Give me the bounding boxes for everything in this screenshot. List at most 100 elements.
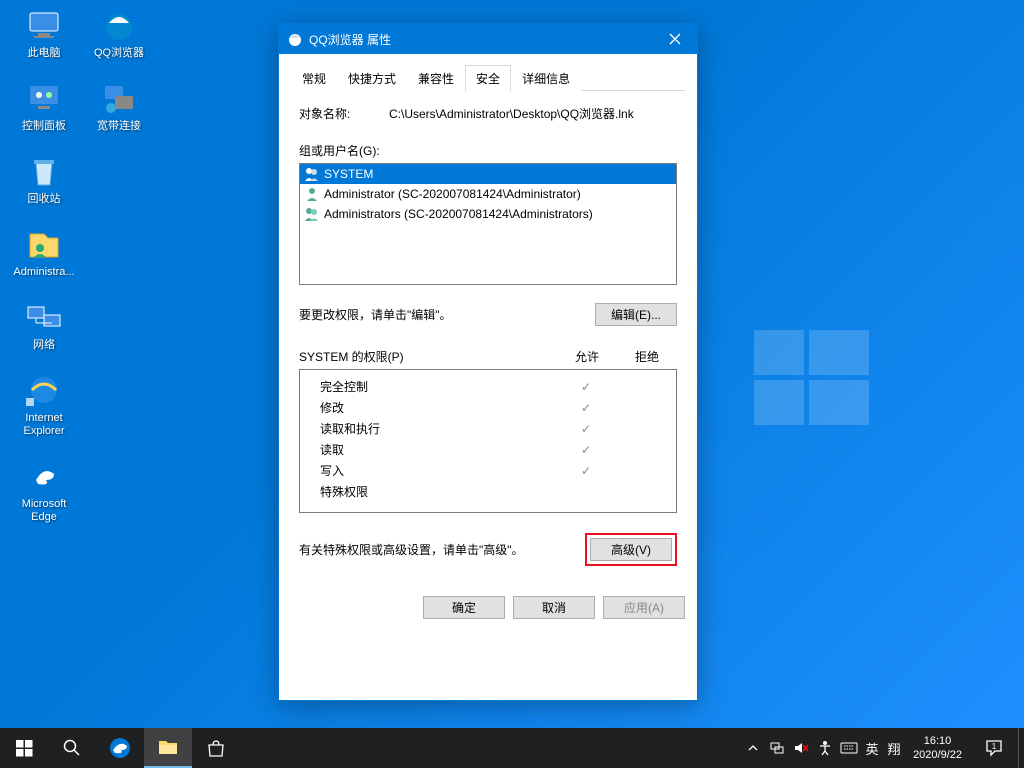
desktop-icons-col1: 此电脑 控制面板 回收站 Administra... 网络 Internet E… <box>10 5 78 524</box>
store-icon <box>206 738 226 758</box>
windows-icon <box>16 740 33 757</box>
icon-label: Administra... <box>13 266 74 279</box>
apply-button[interactable]: 应用(A) <box>603 596 685 619</box>
object-name-value: C:\Users\Administrator\Desktop\QQ浏览器.lnk <box>389 105 677 122</box>
windows-logo-rays <box>714 280 914 480</box>
icon-edge[interactable]: Microsoft Edge <box>10 456 78 524</box>
icon-label: Microsoft Edge <box>22 498 67 524</box>
check-icon: ✓ <box>556 443 616 457</box>
tab-security[interactable]: 安全 <box>465 65 511 92</box>
check-icon: ✓ <box>556 380 616 394</box>
icon-label: 网络 <box>33 339 55 352</box>
advanced-hint: 有关特殊权限或高级设置，请单击"高级"。 <box>299 541 524 558</box>
desktop-icons-col2: QQ浏览器 宽带连接 <box>85 5 153 133</box>
perm-row: 完全控制✓ <box>300 376 676 397</box>
perm-row: 读取✓ <box>300 439 676 460</box>
time: 16:10 <box>913 734 962 748</box>
icon-label: 控制面板 <box>22 120 66 133</box>
app-icon <box>287 31 303 47</box>
perm-row: 读取和执行✓ <box>300 418 676 439</box>
allow-header: 允许 <box>557 348 617 365</box>
advanced-highlight: 高级(V) <box>585 533 677 566</box>
user-item-administrator[interactable]: Administrator (SC-202007081424\Administr… <box>300 184 676 204</box>
icon-this-pc[interactable]: 此电脑 <box>10 5 78 60</box>
window-title: QQ浏览器 属性 <box>309 31 391 48</box>
notification-icon: 1 <box>984 738 1004 758</box>
tab-general[interactable]: 常规 <box>291 65 337 92</box>
tab-details[interactable]: 详细信息 <box>511 65 581 92</box>
icon-administrator[interactable]: Administra... <box>10 224 78 279</box>
cancel-button[interactable]: 取消 <box>513 596 595 619</box>
perm-header-label: SYSTEM 的权限(P) <box>299 348 557 365</box>
icon-network[interactable]: 网络 <box>10 297 78 352</box>
user-item-system[interactable]: SYSTEM <box>300 164 676 184</box>
taskbar-store[interactable] <box>192 728 240 768</box>
dialog-footer: 确定 取消 应用(A) <box>279 586 697 633</box>
icon-label: 此电脑 <box>28 47 61 60</box>
keyboard-icon <box>840 741 858 755</box>
icon-broadband[interactable]: 宽带连接 <box>85 78 153 133</box>
clock[interactable]: 16:10 2020/9/22 <box>905 734 970 762</box>
tabs: 常规 快捷方式 兼容性 安全 详细信息 <box>291 64 685 91</box>
icon-qq-browser[interactable]: QQ浏览器 <box>85 5 153 60</box>
titlebar[interactable]: QQ浏览器 属性 <box>279 24 697 54</box>
properties-dialog: QQ浏览器 属性 常规 快捷方式 兼容性 安全 详细信息 对象名称: C:\Us… <box>278 23 698 701</box>
desktop: 此电脑 控制面板 回收站 Administra... 网络 Internet E… <box>0 0 1024 768</box>
accessibility-icon <box>817 740 833 756</box>
icon-recycle-bin[interactable]: 回收站 <box>10 151 78 206</box>
search-button[interactable] <box>48 728 96 768</box>
advanced-button[interactable]: 高级(V) <box>590 538 672 561</box>
dialog-body: 常规 快捷方式 兼容性 安全 详细信息 对象名称: C:\Users\Admin… <box>279 54 697 586</box>
tray-network[interactable] <box>765 728 789 768</box>
icon-control-panel[interactable]: 控制面板 <box>10 78 78 133</box>
tray-eoa[interactable] <box>813 728 837 768</box>
icon-label: Internet Explorer <box>24 412 65 438</box>
perm-row: 写入✓ <box>300 460 676 481</box>
check-icon: ✓ <box>556 464 616 478</box>
tray-keyboard[interactable] <box>837 728 861 768</box>
taskbar-edge[interactable] <box>96 728 144 768</box>
action-center[interactable]: 1 <box>970 728 1018 768</box>
group-icon <box>304 206 320 222</box>
permissions-listbox: 完全控制✓ 修改✓ 读取和执行✓ 读取✓ 写入✓ 特殊权限 <box>299 369 677 513</box>
network-icon <box>769 740 785 756</box>
check-icon: ✓ <box>556 422 616 436</box>
date: 2020/9/22 <box>913 748 962 762</box>
users-listbox[interactable]: SYSTEM Administrator (SC-202007081424\Ad… <box>299 163 677 285</box>
close-button[interactable] <box>652 24 697 54</box>
folder-icon <box>157 736 179 758</box>
user-item-administrators[interactable]: Administrators (SC-202007081424\Administ… <box>300 204 676 224</box>
system-tray: 英 翔 16:10 2020/9/22 1 <box>741 728 1024 768</box>
icon-label: QQ浏览器 <box>94 47 144 60</box>
perm-row: 修改✓ <box>300 397 676 418</box>
edit-hint: 要更改权限，请单击"编辑"。 <box>299 306 452 323</box>
tray-expand[interactable] <box>741 728 765 768</box>
volume-mute-icon <box>793 740 809 756</box>
user-name: SYSTEM <box>324 167 373 181</box>
close-icon <box>669 33 681 45</box>
show-desktop[interactable] <box>1018 728 1024 768</box>
search-icon <box>63 739 81 757</box>
edit-button[interactable]: 编辑(E)... <box>595 303 677 326</box>
svg-text:1: 1 <box>992 742 997 751</box>
ok-button[interactable]: 确定 <box>423 596 505 619</box>
tab-compat[interactable]: 兼容性 <box>407 65 465 92</box>
start-button[interactable] <box>0 728 48 768</box>
icon-label: 宽带连接 <box>97 120 141 133</box>
ime-lang[interactable]: 英 <box>861 728 883 768</box>
icon-ie[interactable]: Internet Explorer <box>10 370 78 438</box>
edge-icon <box>108 736 132 760</box>
chevron-up-icon <box>748 743 758 753</box>
tray-volume[interactable] <box>789 728 813 768</box>
group-users-label: 组或用户名(G): <box>299 142 677 159</box>
group-icon <box>304 166 320 182</box>
taskbar-explorer[interactable] <box>144 728 192 768</box>
deny-header: 拒绝 <box>617 348 677 365</box>
user-name: Administrator (SC-202007081424\Administr… <box>324 187 581 201</box>
check-icon: ✓ <box>556 401 616 415</box>
tab-shortcut[interactable]: 快捷方式 <box>337 65 407 92</box>
tab-content: 对象名称: C:\Users\Administrator\Desktop\QQ浏… <box>291 91 685 574</box>
user-icon <box>304 186 320 202</box>
ime-mode[interactable]: 翔 <box>883 728 905 768</box>
object-name-label: 对象名称: <box>299 105 389 122</box>
